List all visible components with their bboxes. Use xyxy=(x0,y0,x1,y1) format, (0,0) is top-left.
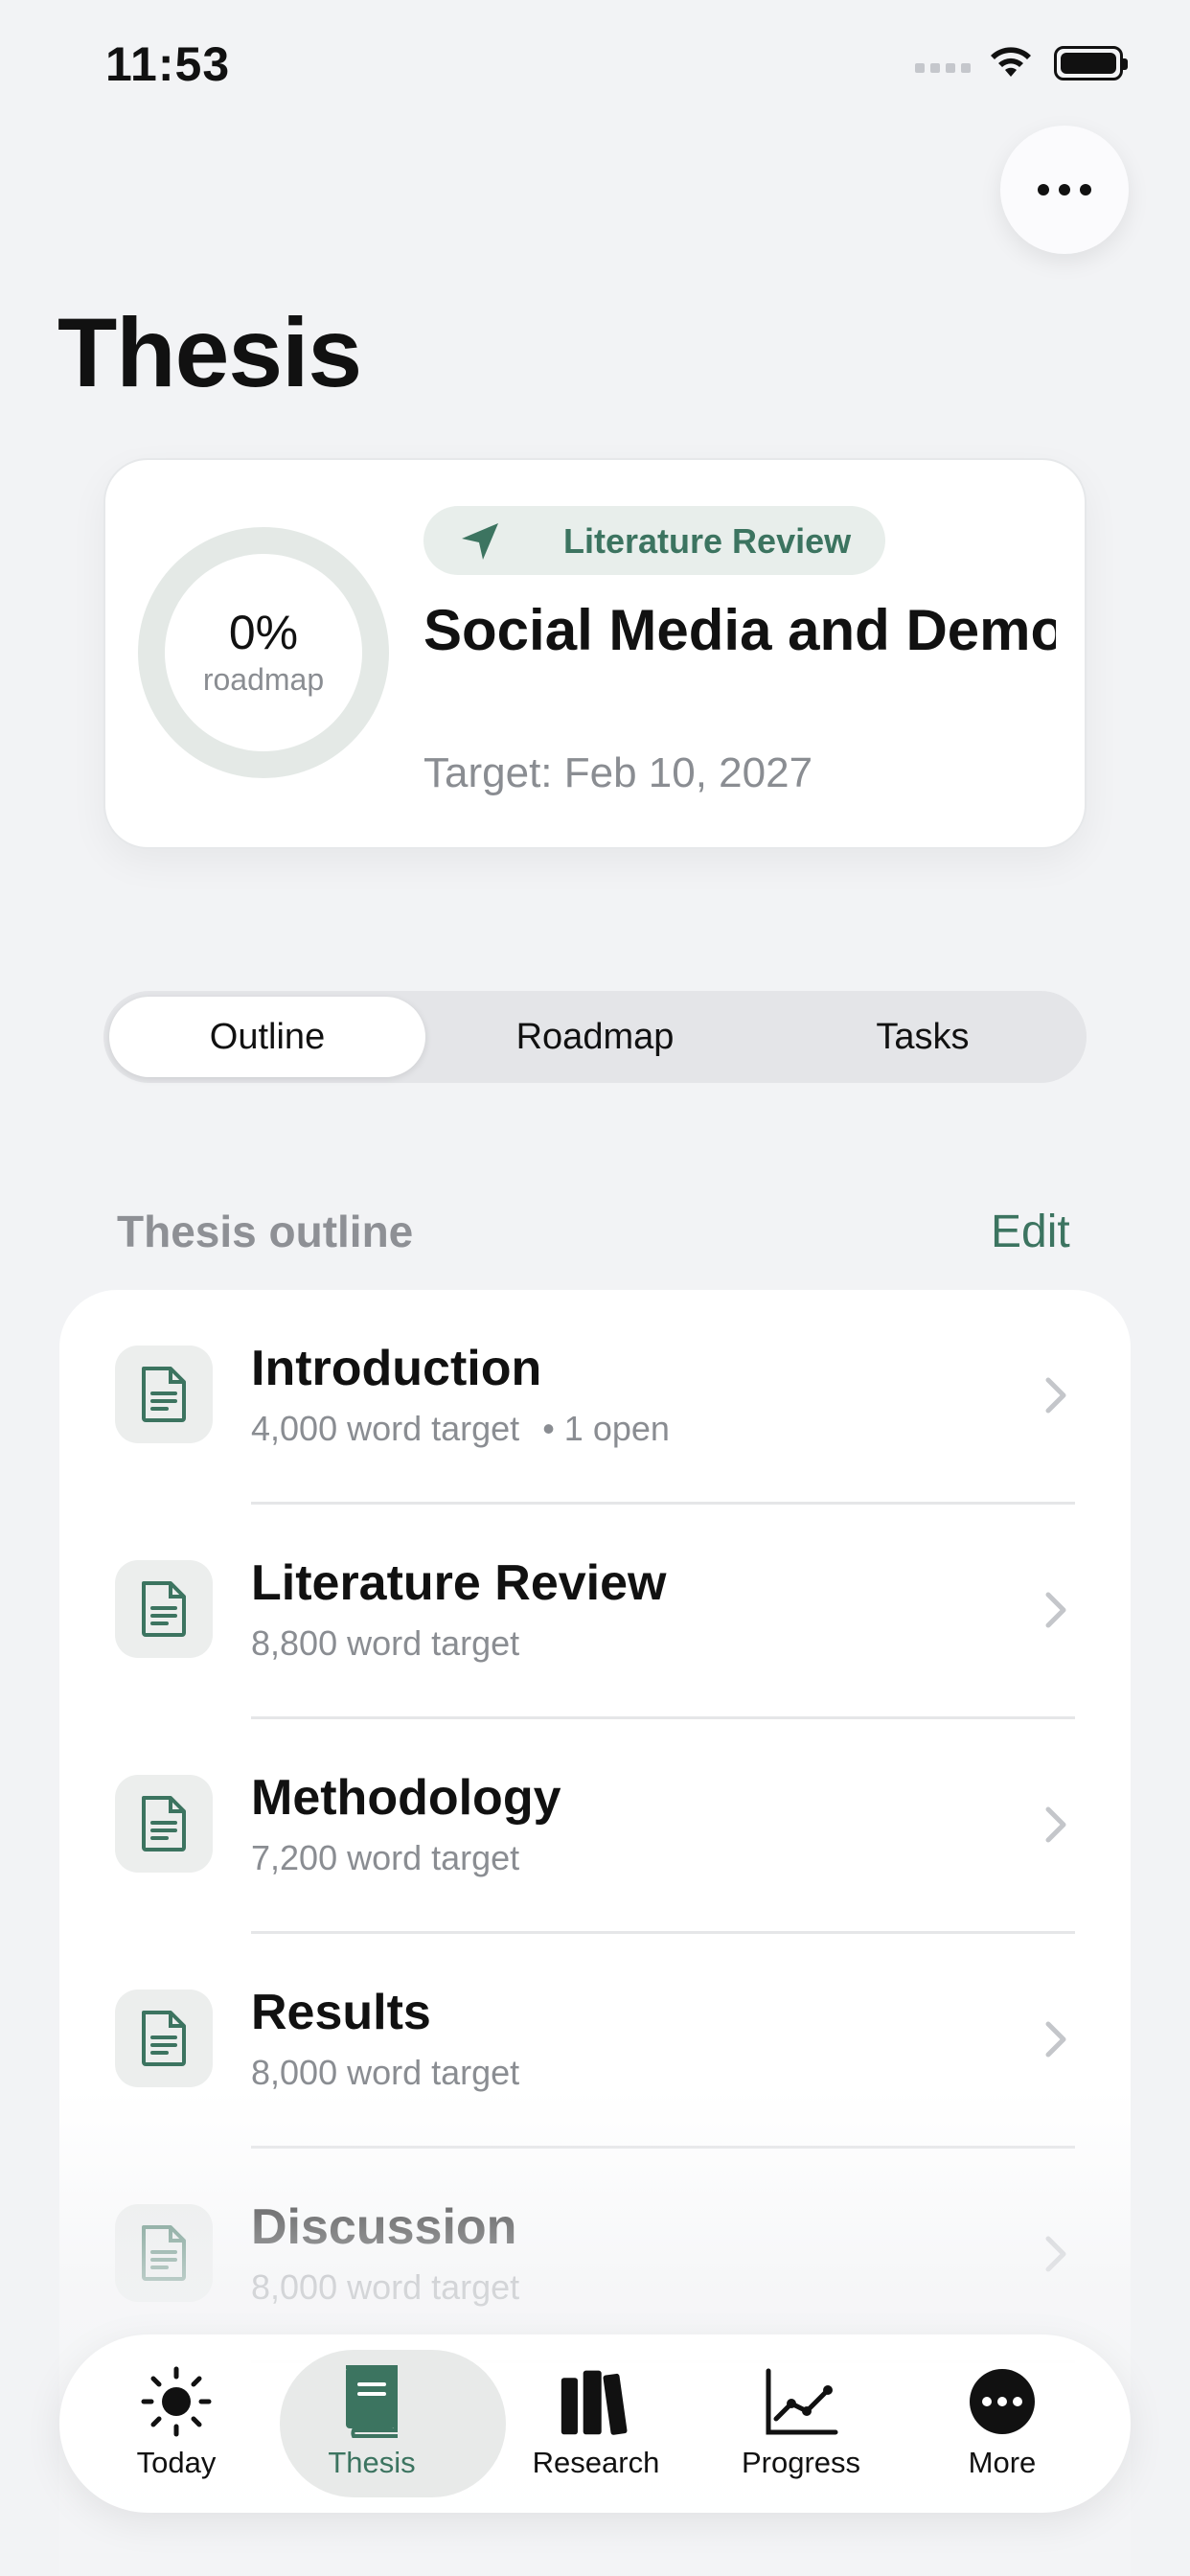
tab-progress[interactable]: Progress xyxy=(705,2334,897,2513)
outline-item-introduction[interactable]: Introduction 4,000 word target • 1 open xyxy=(59,1290,1131,1505)
tab-label: Progress xyxy=(741,2446,861,2479)
thesis-summary-card[interactable]: 0% roadmap Literature Review Social Medi… xyxy=(103,458,1087,849)
tab-today[interactable]: Today xyxy=(80,2334,272,2513)
progress-percent: 0% xyxy=(228,605,299,659)
outline-item-results[interactable]: Results 8,000 word target xyxy=(59,1934,1131,2149)
tab-label: Today xyxy=(136,2446,217,2479)
chevron-right-icon xyxy=(1045,2021,1066,2058)
more-options-button[interactable] xyxy=(1000,126,1129,254)
tab-label: More xyxy=(968,2446,1037,2479)
outline-item-literature-review[interactable]: Literature Review 8,800 word target xyxy=(59,1505,1131,1719)
status-time: 11:53 xyxy=(105,37,231,91)
book-icon xyxy=(333,2363,410,2440)
signal-icon xyxy=(915,63,971,73)
tab-more[interactable]: More xyxy=(906,2334,1098,2513)
section-word-target: 8,000 word target xyxy=(251,2053,520,2092)
section-title: Literature Review xyxy=(251,1555,667,1611)
tab-label: Thesis xyxy=(328,2446,416,2479)
battery-icon xyxy=(1054,46,1128,80)
document-icon xyxy=(115,1560,213,1658)
page-title: Thesis xyxy=(57,298,362,407)
outline-item-methodology[interactable]: Methodology 7,200 word target xyxy=(59,1719,1131,1934)
chevron-right-icon xyxy=(1045,1377,1066,1414)
tab-thesis[interactable]: Thesis xyxy=(276,2334,506,2513)
section-title: Results xyxy=(251,1985,431,2040)
segment-outline[interactable]: Outline xyxy=(109,997,425,1077)
chevron-right-icon xyxy=(1045,2236,1066,2272)
status-bar: 11:53 xyxy=(0,0,1190,134)
section-title: Introduction xyxy=(251,1341,542,1396)
location-arrow-icon xyxy=(462,523,498,560)
outline-item-discussion[interactable]: Discussion 8,000 word target xyxy=(59,2149,1131,2363)
section-word-target: 8,000 word target xyxy=(251,2267,520,2307)
progress-label: roadmap xyxy=(202,661,325,697)
outline-section-title: Thesis outline xyxy=(117,1207,414,1256)
open-count: • 1 open xyxy=(542,1409,670,1448)
tab-label: Research xyxy=(532,2446,660,2479)
section-title: Discussion xyxy=(251,2199,517,2255)
ellipsis-icon xyxy=(1038,184,1049,196)
edit-outline-button[interactable]: Edit xyxy=(991,1206,1070,1258)
chart-line-icon xyxy=(763,2363,839,2440)
thesis-target-date: Target: Feb 10, 2027 xyxy=(423,749,813,796)
library-icon xyxy=(558,2363,634,2440)
phase-label: Literature Review xyxy=(563,521,852,561)
chevron-right-icon xyxy=(1045,1592,1066,1628)
segment-roadmap[interactable]: Roadmap xyxy=(437,997,753,1077)
tab-bar: Today Thesis Research Progress More xyxy=(59,2334,1131,2513)
segment-tasks[interactable]: Tasks xyxy=(765,997,1081,1077)
section-word-target: 4,000 word target • 1 open xyxy=(251,1409,670,1448)
document-icon xyxy=(115,1990,213,2087)
document-icon xyxy=(115,1346,213,1443)
section-word-target: 8,800 word target xyxy=(251,1623,520,1663)
wifi-icon xyxy=(991,47,1031,77)
ellipsis-circle-icon xyxy=(964,2363,1041,2440)
chevron-right-icon xyxy=(1045,1806,1066,1843)
sun-icon xyxy=(138,2363,215,2440)
view-segmented-control: Outline Roadmap Tasks xyxy=(103,991,1087,1083)
roadmap-progress-ring: 0% roadmap xyxy=(138,527,389,778)
section-word-target: 7,200 word target xyxy=(251,1838,520,1877)
tab-research[interactable]: Research xyxy=(500,2334,692,2513)
section-title: Methodology xyxy=(251,1770,561,1826)
thesis-title: Social Media and Democratic Partici... xyxy=(423,598,1056,662)
phase-badge: Literature Review xyxy=(423,506,885,575)
document-icon xyxy=(115,1775,213,1873)
document-icon xyxy=(115,2204,213,2302)
